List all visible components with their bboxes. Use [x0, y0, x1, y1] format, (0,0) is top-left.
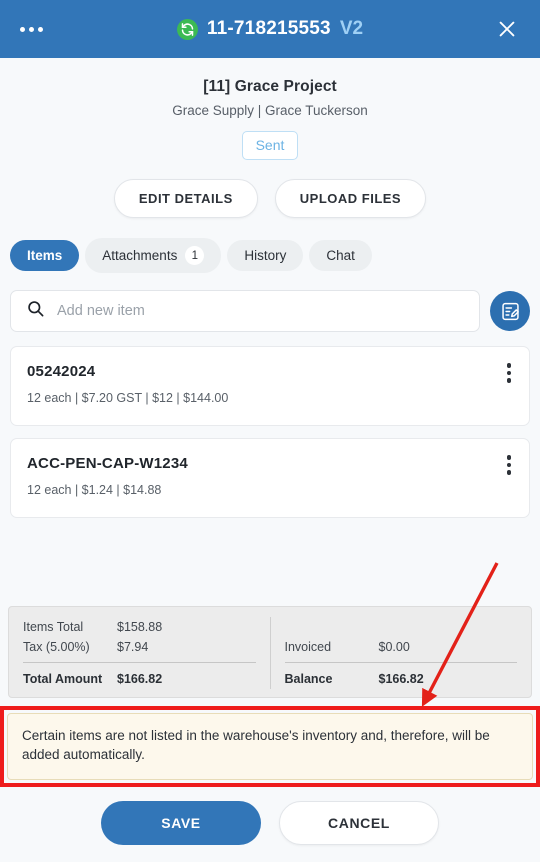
note-edit-icon[interactable] [490, 291, 530, 331]
balance-row: Balance $166.82 [284, 661, 517, 689]
totals-left-column: Items Total $158.88 Tax (5.00%) $7.94 To… [9, 617, 270, 689]
close-icon[interactable] [492, 14, 522, 44]
tab-attachments-label: Attachments [102, 248, 178, 263]
items-total-value: $158.88 [117, 619, 163, 634]
tab-chat[interactable]: Chat [309, 240, 372, 271]
warning-message: Certain items are not listed in the ware… [7, 712, 533, 780]
item-meta: 12 each | $1.24 | $14.88 [27, 483, 162, 497]
item-list: 05242024 12 each | $7.20 GST | $12 | $14… [0, 332, 540, 606]
warning-highlight-box: Certain items are not listed in the ware… [0, 705, 540, 787]
search-input[interactable] [57, 303, 464, 319]
tab-items[interactable]: Items [10, 240, 80, 271]
tax-value: $7.94 [117, 639, 149, 654]
invoiced-label: Invoiced [284, 639, 332, 654]
more-horizontal-icon[interactable] [18, 21, 45, 38]
item-meta: 12 each | $7.20 GST | $12 | $144.00 [27, 391, 229, 405]
search-icon [26, 299, 45, 323]
document-version: V2 [339, 18, 364, 39]
total-amount-label: Total Amount [23, 671, 103, 686]
item-name: 05242024 [27, 363, 96, 380]
cancel-button[interactable]: CANCEL [279, 801, 439, 845]
items-total-row: Items Total $158.88 [23, 617, 256, 637]
tab-chat-label: Chat [326, 248, 355, 263]
items-total-label: Items Total [23, 619, 84, 634]
table-row[interactable]: 05242024 12 each | $7.20 GST | $12 | $14… [10, 346, 530, 426]
save-button[interactable]: SAVE [101, 801, 261, 845]
totals-panel: Items Total $158.88 Tax (5.00%) $7.94 To… [8, 605, 532, 698]
sync-refresh-icon [176, 18, 198, 40]
more-vertical-icon[interactable] [503, 453, 516, 477]
tab-history-label: History [244, 248, 287, 263]
balance-value: $166.82 [378, 671, 424, 686]
purchase-order-dialog: 11-718215553 V2 [11] Grace Project Grace… [0, 0, 540, 862]
search-row [0, 273, 540, 332]
supplier-contact: Grace Supply | Grace Tuckerson [172, 103, 368, 118]
footer-action-bar: SAVE CANCEL [0, 787, 540, 862]
tab-items-label: Items [27, 248, 63, 263]
invoiced-row: Invoiced $0.00 [285, 637, 518, 657]
upload-files-button[interactable]: UPLOAD FILES [274, 179, 427, 218]
tab-bar: Items Attachments 1 History Chat [0, 218, 540, 273]
balance-label: Balance [284, 671, 333, 686]
document-number: 11-718215553 [206, 18, 331, 39]
invoiced-value: $0.00 [378, 639, 410, 654]
header-title-group: 11-718215553 V2 [0, 18, 540, 40]
item-name: ACC-PEN-CAP-W1234 [27, 455, 188, 472]
tab-history[interactable]: History [227, 240, 304, 271]
total-amount-row: Total Amount $166.82 [23, 661, 256, 689]
status-wrapper: Sent [16, 131, 524, 160]
more-vertical-icon[interactable] [503, 361, 516, 385]
tax-row: Tax (5.00%) $7.94 [23, 637, 256, 657]
summary-block: [11] Grace Project Grace Supply | Grace … [0, 58, 540, 160]
tab-attachments[interactable]: Attachments 1 [85, 238, 222, 273]
dialog-header: 11-718215553 V2 [0, 0, 540, 58]
action-button-row: EDIT DETAILS UPLOAD FILES [0, 160, 540, 218]
table-row[interactable]: ACC-PEN-CAP-W1234 12 each | $1.24 | $14.… [10, 438, 530, 518]
tab-attachments-badge: 1 [185, 246, 205, 265]
totals-right-column: Invoiced $0.00 Balance $166.82 [269, 616, 532, 689]
search-box[interactable] [10, 290, 480, 332]
page-title: [11] Grace Project [203, 78, 337, 95]
edit-details-button[interactable]: EDIT DETAILS [113, 179, 258, 218]
total-amount-value: $166.82 [117, 671, 163, 686]
tax-label: Tax (5.00%) [23, 639, 90, 654]
status-badge: Sent [241, 131, 299, 160]
